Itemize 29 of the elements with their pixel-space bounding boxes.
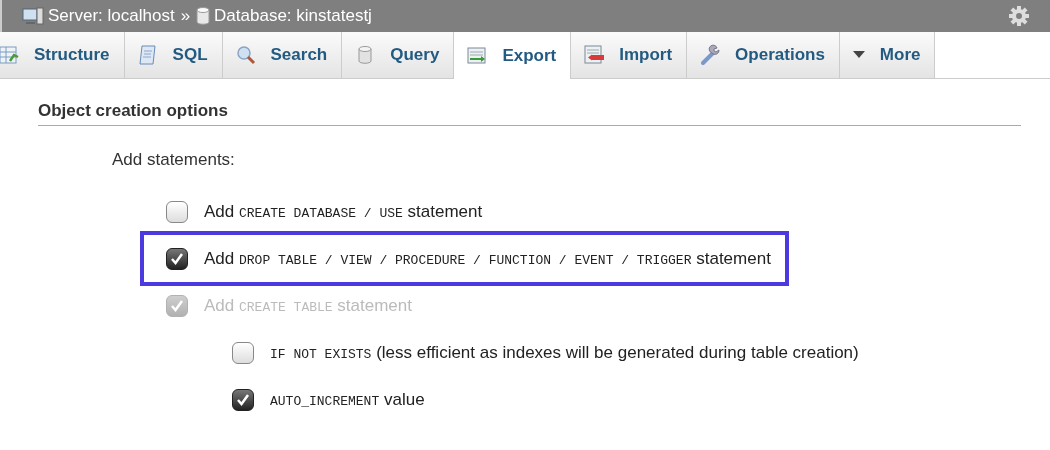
tab[interactable]: SQL: [124, 32, 223, 78]
breadcrumb-link[interactable]: Database: kinstatestj: [214, 6, 372, 26]
caret-icon: [851, 50, 866, 60]
tab[interactable]: Import: [571, 32, 688, 78]
database-icon: [196, 6, 211, 26]
breadcrumb-link[interactable]: Server: localhost: [48, 6, 175, 26]
tab[interactable]: Operations: [687, 32, 840, 78]
table-icon: [0, 44, 20, 66]
search-icon: [234, 44, 257, 66]
tab[interactable]: Structure: [0, 32, 125, 78]
group-label: Add statements:: [112, 150, 235, 170]
checkbox-label: IF NOT EXISTS (less efficient as indexes will be generated during table creation): [270, 342, 859, 363]
section-title: Object creation options: [38, 101, 1021, 126]
import-icon: [583, 44, 606, 66]
tab[interactable]: Search: [222, 32, 343, 78]
checkbox-label: Add DROP TABLE / VIEW / PROCEDURE / FUNCTION / EVENT / TRIGGER statement: [204, 248, 771, 269]
computer-icon: [22, 6, 44, 26]
export-icon: [466, 44, 489, 67]
wrench-icon: [699, 44, 722, 66]
checkbox[interactable]: [166, 200, 188, 223]
document-icon: [136, 44, 159, 66]
checkbox-label: AUTO_INCREMENT value: [270, 389, 425, 410]
checkbox[interactable]: [166, 247, 188, 270]
tab[interactable]: More: [839, 32, 936, 78]
tab[interactable]: Export: [454, 32, 572, 79]
checkbox-label: Add CREATE TABLE statement: [204, 295, 412, 316]
breadcrumb-separator: »: [180, 6, 191, 26]
tab[interactable]: Query: [342, 32, 455, 78]
checkbox-label: Add CREATE DATABASE / USE statement: [204, 201, 483, 222]
